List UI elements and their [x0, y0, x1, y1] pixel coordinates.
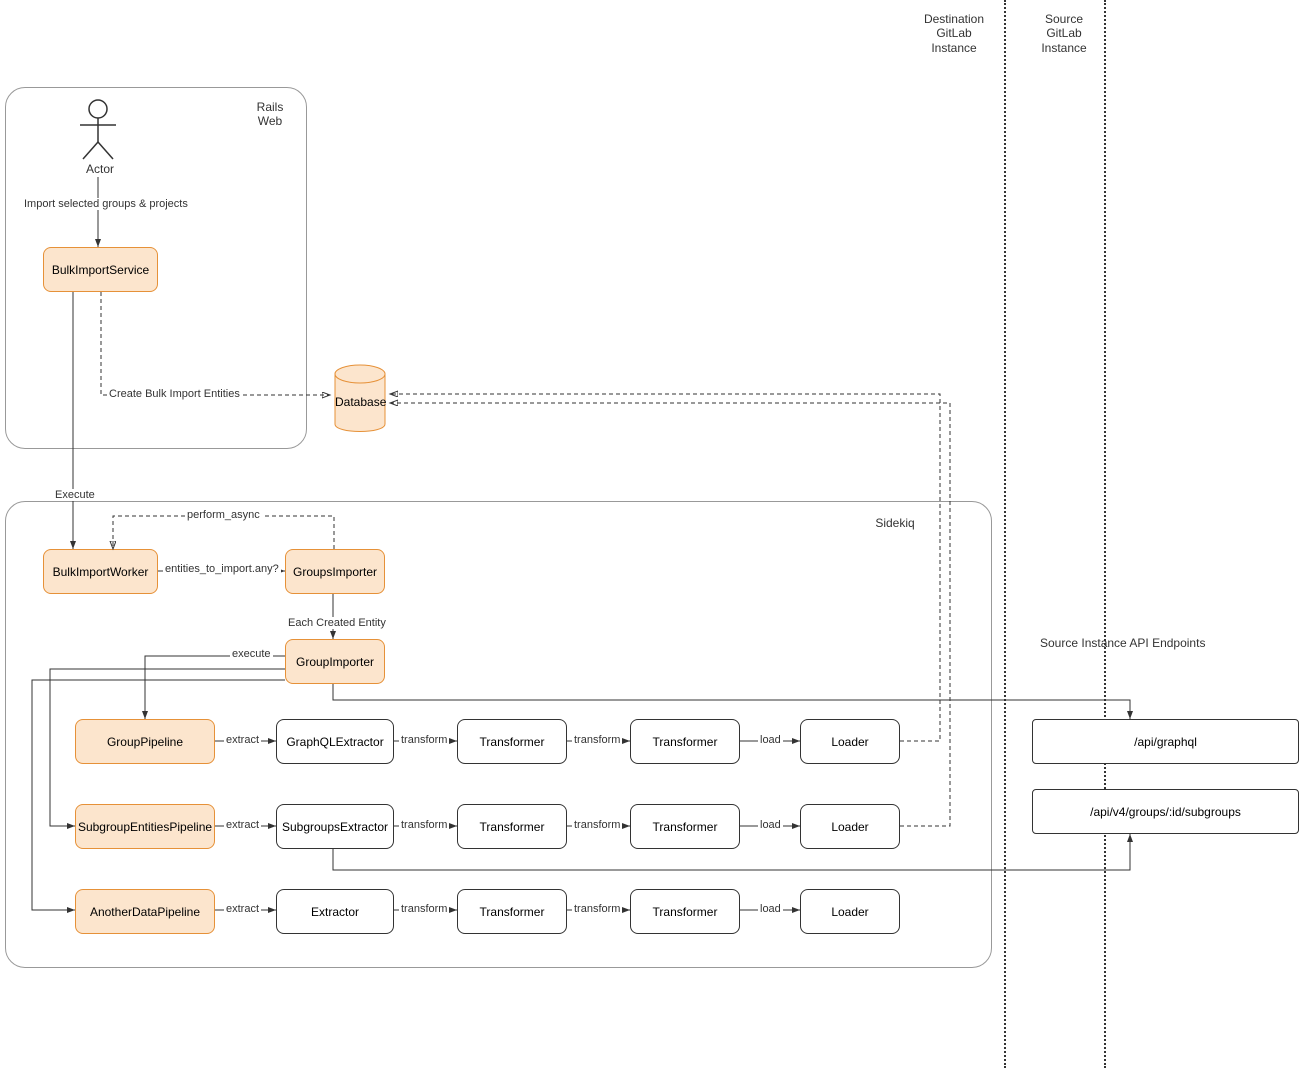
edge-transform-r2b: transform — [572, 819, 622, 831]
edge-perform-async: perform_async — [185, 509, 262, 521]
edge-execute: Execute — [53, 489, 97, 501]
edge-transform-r2a: transform — [399, 819, 449, 831]
edge-create-entities: Create Bulk Import Entities — [107, 388, 242, 400]
edges-layer — [0, 0, 1311, 1068]
edge-extract-r3: extract — [224, 903, 261, 915]
edge-entities-any: entities_to_import.any? — [163, 563, 281, 575]
edge-import-selected: Import selected groups & projects — [22, 198, 190, 210]
edge-load-r3: load — [758, 903, 783, 915]
edge-load-r2: load — [758, 819, 783, 831]
edge-execute-lower: execute — [230, 648, 273, 660]
edge-extract-r2: extract — [224, 819, 261, 831]
edge-transform-r1a: transform — [399, 734, 449, 746]
edge-transform-r3b: transform — [572, 903, 622, 915]
edge-transform-r3a: transform — [399, 903, 449, 915]
edge-each-entity: Each Created Entity — [286, 617, 388, 629]
edge-load-r1: load — [758, 734, 783, 746]
edge-extract-r1: extract — [224, 734, 261, 746]
edge-transform-r1b: transform — [572, 734, 622, 746]
